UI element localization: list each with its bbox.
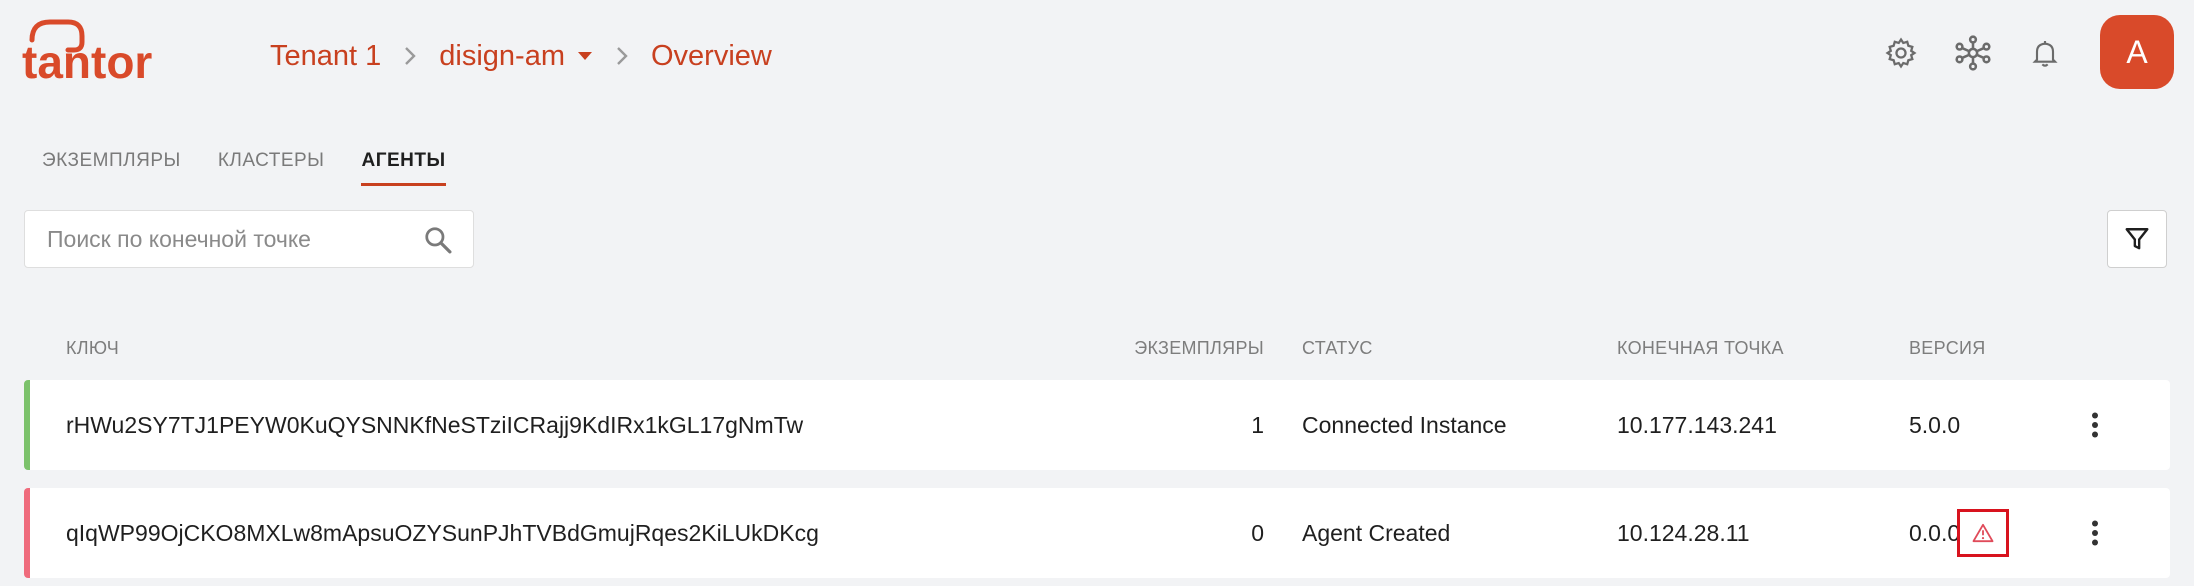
cell-status: Agent Created (1302, 519, 1451, 546)
endpoint-search (24, 210, 474, 268)
cell-endpoint: 10.124.28.11 (1617, 519, 1750, 546)
column-header-version[interactable]: ВЕРСИЯ (1909, 338, 1986, 359)
table-header: КЛЮЧ ЭКЗЕМПЛЯРЫ СТАТУС КОНЕЧНАЯ ТОЧКА ВЕ… (24, 338, 2170, 366)
table-row[interactable]: rHWu2SY7TJ1PEYW0KuQYSNNKfNeSTziICRajj9Kd… (24, 380, 2170, 470)
cluster-network-icon[interactable] (1952, 32, 1994, 74)
page: tantor Tenant 1 disign-am Overview A ЭКЗ… (0, 0, 2194, 586)
search-icon[interactable] (423, 225, 453, 255)
tantor-logo[interactable]: tantor (22, 18, 182, 88)
header-actions: A (1794, 0, 2194, 110)
status-indicator (24, 380, 30, 470)
breadcrumb-tenant[interactable]: Tenant 1 (270, 40, 381, 73)
version-warning-button[interactable] (1957, 509, 2009, 557)
filter-icon (2125, 228, 2149, 250)
column-header-status[interactable]: СТАТУС (1302, 338, 1373, 359)
status-indicator (24, 488, 30, 578)
chevron-right-icon (403, 46, 417, 66)
user-avatar[interactable]: A (2100, 15, 2174, 89)
breadcrumb-project-dropdown[interactable]: disign-am (439, 40, 593, 73)
top-bar: tantor Tenant 1 disign-am Overview A (0, 0, 2194, 110)
column-header-key[interactable]: КЛЮЧ (66, 338, 119, 359)
tab-clusters[interactable]: КЛАСТЕРЫ (218, 150, 325, 186)
column-header-endpoint[interactable]: КОНЕЧНАЯ ТОЧКА (1617, 338, 1784, 359)
table-row[interactable]: qIqWP99OjCKO8MXLw8mApsuOZYSunPJhTVBdGmuj… (24, 488, 2170, 578)
cell-version: 5.0.0 (1909, 411, 1961, 438)
cell-instances: 0 (1251, 519, 1264, 546)
cell-instances: 1 (1251, 411, 1264, 438)
gear-icon[interactable] (1880, 32, 1922, 74)
tab-agents[interactable]: АГЕНТЫ (361, 150, 446, 186)
filter-button[interactable] (2107, 210, 2167, 268)
tab-instances[interactable]: ЭКЗЕМПЛЯРЫ (42, 150, 181, 186)
caret-down-icon (577, 51, 593, 61)
breadcrumb: Tenant 1 disign-am Overview (270, 36, 772, 76)
cell-version: 0.0.0 (1909, 519, 1961, 546)
breadcrumb-project-label: disign-am (439, 39, 565, 72)
chevron-right-icon (615, 46, 629, 66)
cell-status: Connected Instance (1302, 411, 1507, 438)
column-header-instances[interactable]: ЭКЗЕМПЛЯРЫ (1134, 338, 1264, 359)
cell-endpoint: 10.177.143.241 (1617, 411, 1777, 438)
bell-icon[interactable] (2024, 32, 2066, 74)
tab-bar: ЭКЗЕМПЛЯРЫ КЛАСТЕРЫ АГЕНТЫ (42, 150, 483, 186)
cell-key: rHWu2SY7TJ1PEYW0KuQYSNNKfNeSTziICRajj9Kd… (66, 411, 804, 438)
more-vertical-icon[interactable] (2080, 380, 2110, 470)
search-input[interactable] (47, 211, 407, 267)
svg-text:tantor: tantor (22, 36, 152, 88)
more-vertical-icon[interactable] (2080, 488, 2110, 578)
warning-icon (1972, 523, 1994, 543)
cell-key: qIqWP99OjCKO8MXLw8mApsuOZYSunPJhTVBdGmuj… (66, 519, 819, 546)
breadcrumb-current-page: Overview (650, 39, 772, 72)
